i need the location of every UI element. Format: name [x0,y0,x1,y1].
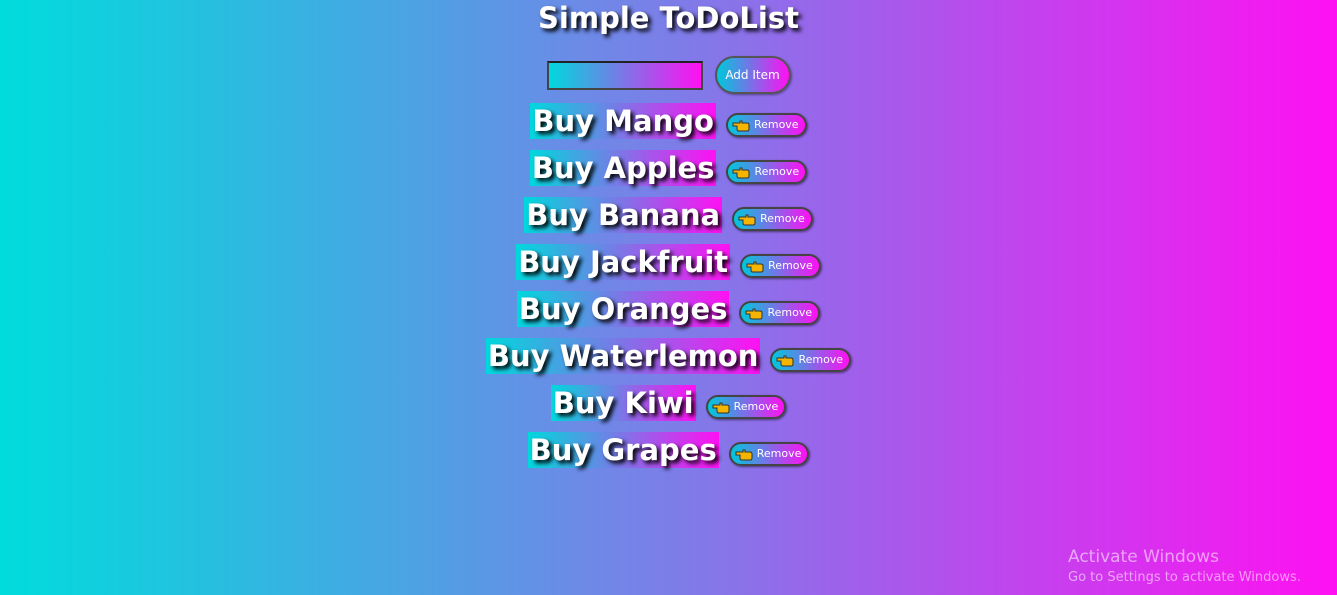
todo-list: Buy Mango Remove Buy Apples Remove Buy B… [485,97,852,473]
remove-button[interactable]: Remove [770,347,852,372]
todo-item: Buy Kiwi Remove [550,379,787,426]
todo-item: Buy Apples Remove [529,144,808,191]
remove-button-label: Remove [754,165,800,178]
remove-button[interactable]: Remove [740,253,821,278]
todo-item-text: Buy Jackfruit [516,243,731,280]
remove-button-label: Remove [798,353,844,366]
todo-item-text: Buy Mango [530,102,716,139]
pointing-hand-icon [738,212,756,226]
todo-item-text: Buy Grapes [527,431,719,468]
todo-item-text: Buy Oranges [516,290,730,327]
todo-item: Buy Banana Remove [524,191,813,238]
pointing-hand-icon [735,447,753,461]
remove-button[interactable]: Remove [725,112,807,137]
pointing-hand-icon [712,400,730,414]
pointing-hand-icon [776,353,794,367]
todo-item: Buy Grapes Remove [527,426,810,473]
page-title: Simple ToDoList [538,1,799,35]
pointing-hand-icon [745,306,763,320]
watermark-subtitle: Go to Settings to activate Windows. [1068,570,1301,585]
todo-item-text: Buy Waterlemon [485,337,761,374]
remove-button[interactable]: Remove [726,159,808,184]
pointing-hand-icon [732,118,750,132]
item-input[interactable] [546,60,703,90]
todo-item-text: Buy Kiwi [550,384,696,421]
todo-item-text: Buy Apples [529,149,717,186]
remove-button[interactable]: Remove [705,394,787,419]
remove-button-label: Remove [756,447,802,460]
pointing-hand-icon [746,259,764,273]
watermark-title: Activate Windows [1068,547,1219,567]
remove-button[interactable]: Remove [732,206,813,231]
remove-button[interactable]: Remove [728,441,810,466]
remove-button[interactable]: Remove [739,300,821,325]
remove-button-label: Remove [767,306,813,319]
todo-item: Buy Oranges Remove [516,285,821,332]
remove-button-label: Remove [753,118,799,131]
todo-item: Buy Mango Remove [530,97,807,144]
app-container: Simple ToDoList Add Item Buy Mango Remov… [0,0,1337,473]
todo-item: Buy Waterlemon Remove [485,332,852,379]
pointing-hand-icon [732,165,750,179]
todo-item: Buy Jackfruit Remove [516,238,821,285]
remove-button-label: Remove [733,400,779,413]
remove-button-label: Remove [768,259,813,272]
todo-item-text: Buy Banana [524,196,723,233]
add-item-row: Add Item [546,55,791,95]
remove-button-label: Remove [760,212,805,225]
activate-windows-watermark: Activate Windows Go to Settings to activ… [1068,546,1301,588]
add-item-button[interactable]: Add Item [714,56,791,94]
